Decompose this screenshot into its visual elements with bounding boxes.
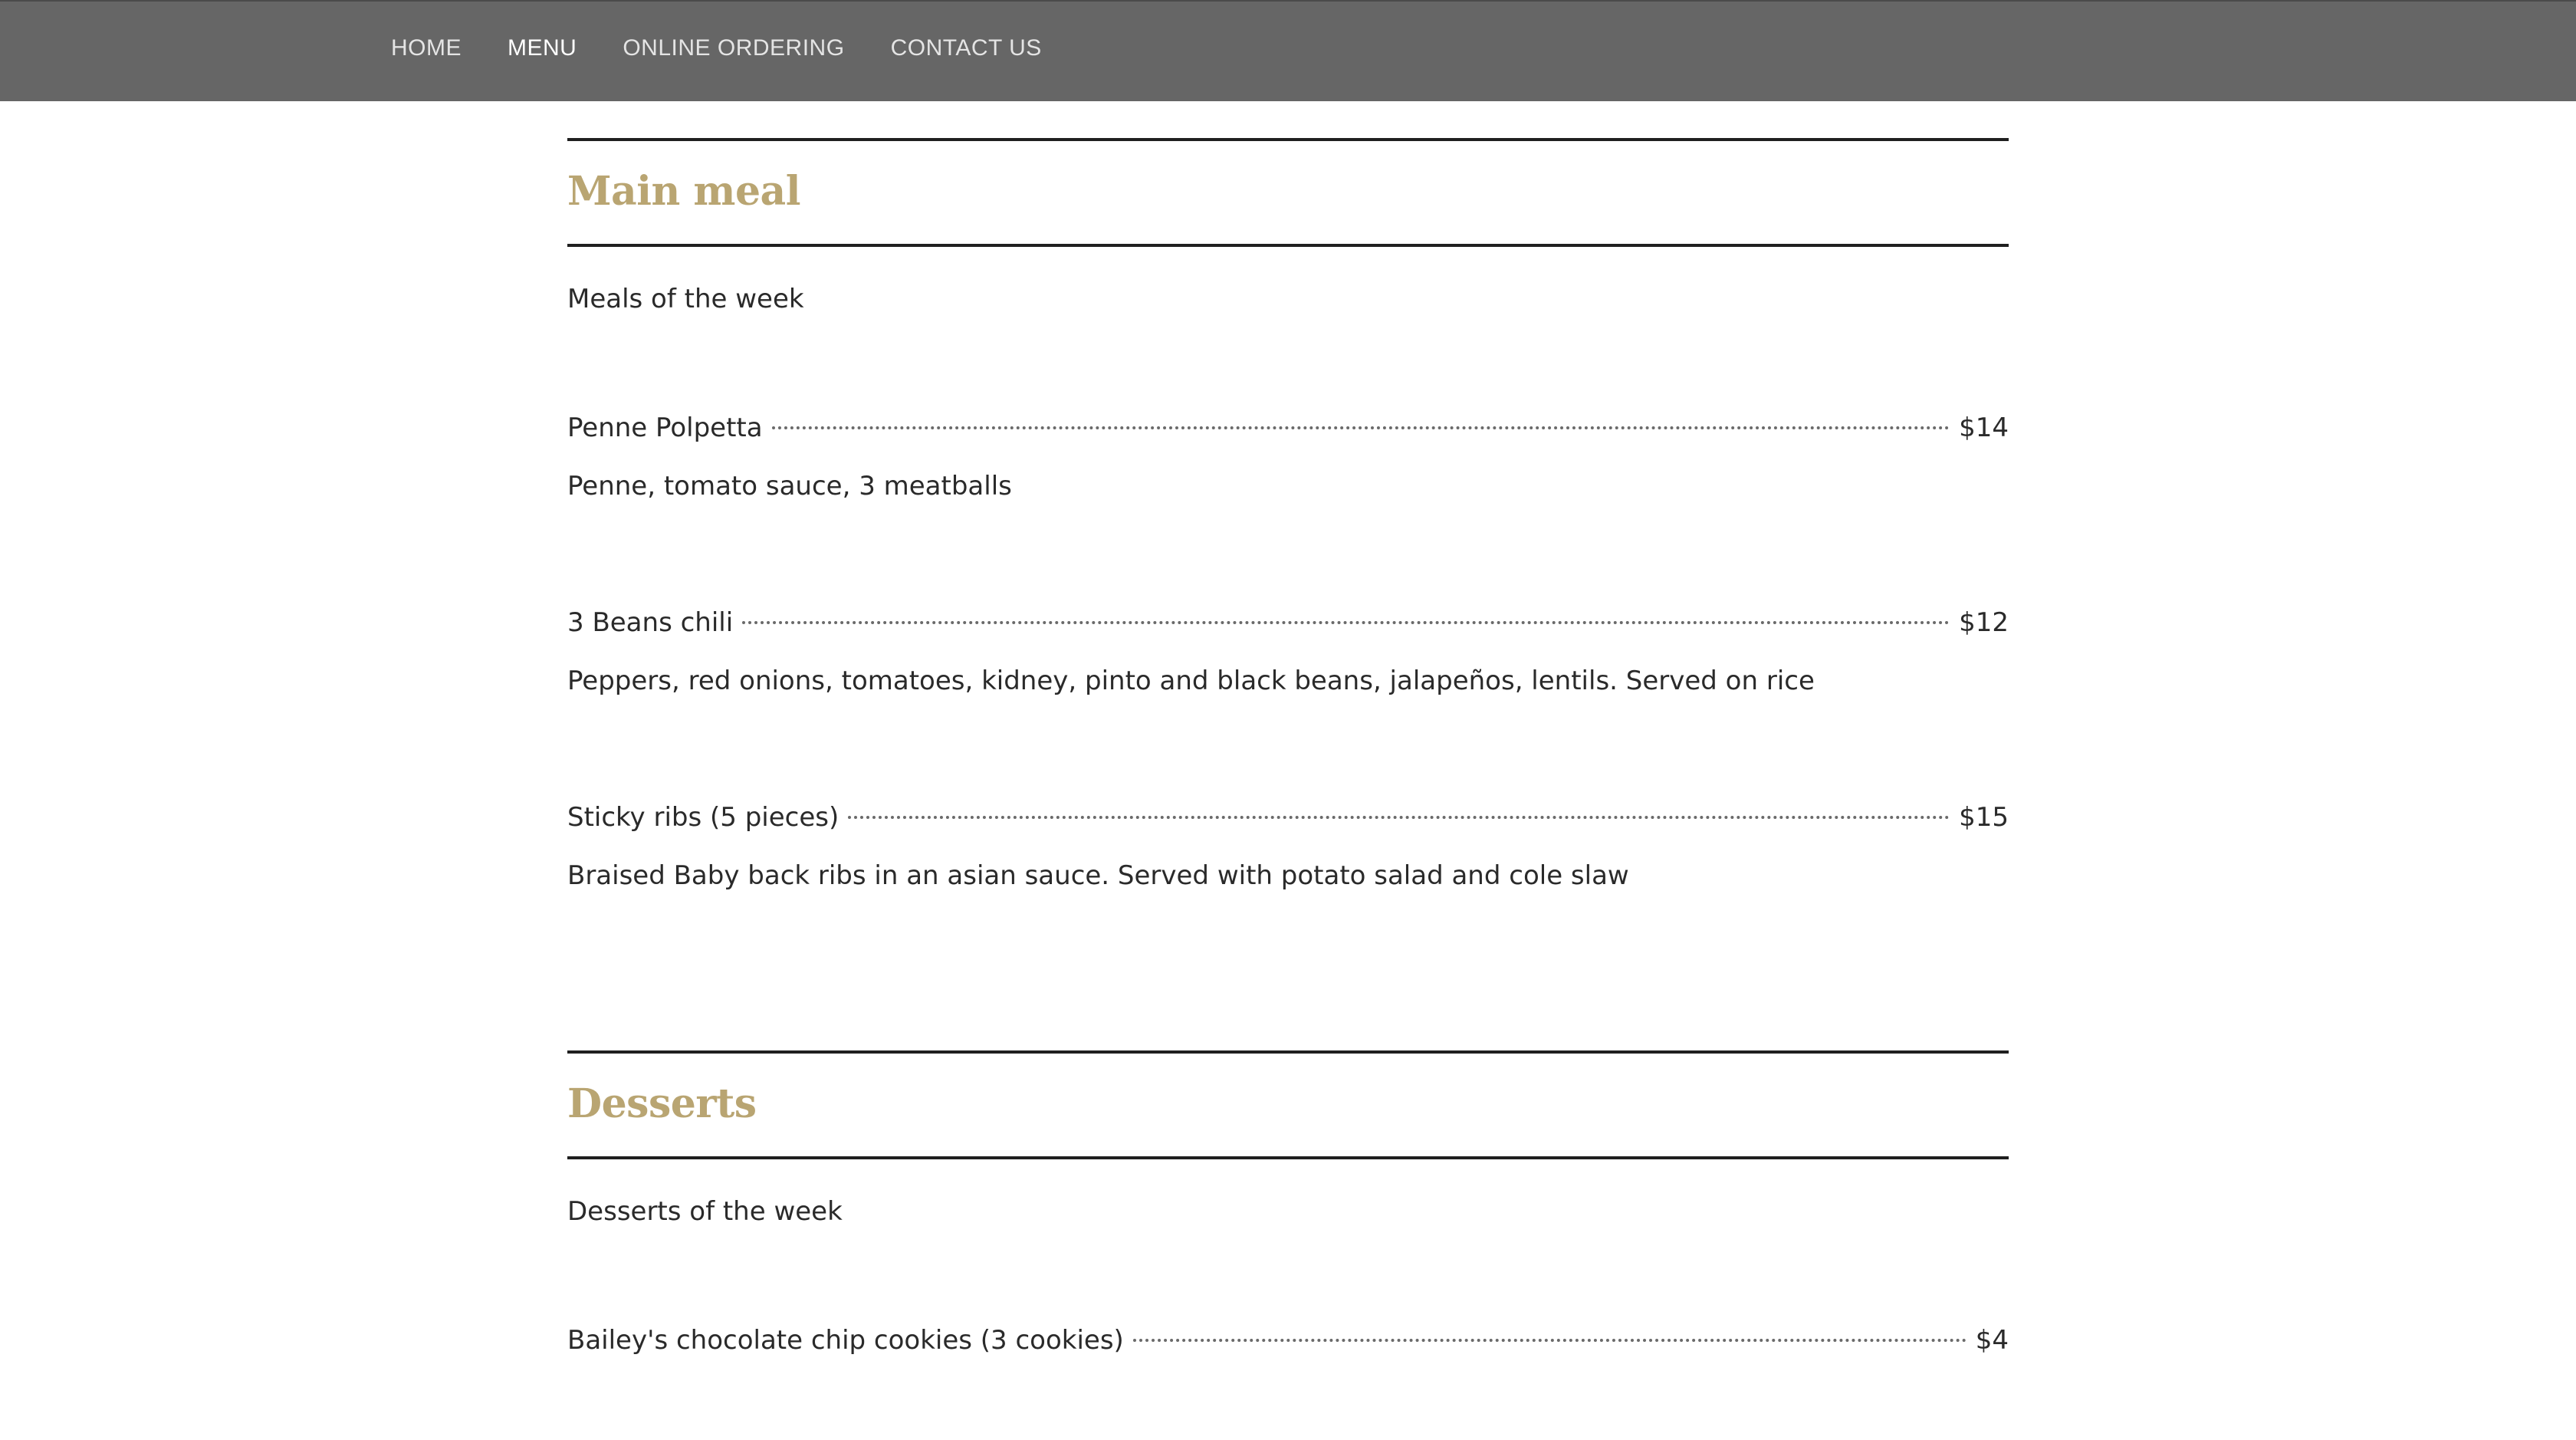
section-desserts: Desserts Desserts of the week Bailey's c… — [567, 1050, 2009, 1357]
menu-item-price: $4 — [1975, 1325, 2009, 1356]
section-bottom-rule — [567, 1156, 2009, 1159]
menu-item-price: $15 — [1959, 802, 2009, 833]
menu-item-price: $12 — [1959, 607, 2009, 638]
menu-item: Sticky ribs (5 pieces) $15 Braised Baby … — [567, 801, 2009, 893]
menu-item-price: $14 — [1959, 413, 2009, 443]
section-title: Desserts — [567, 1080, 757, 1127]
menu-item: Penne Polpetta $14 Penne, tomato sauce, … — [567, 411, 2009, 503]
dot-leader — [771, 426, 1950, 429]
menu-items: Penne Polpetta $14 Penne, tomato sauce, … — [567, 411, 2009, 893]
menu-item: Bailey's chocolate chip cookies (3 cooki… — [567, 1323, 2009, 1357]
nav-contact-us-link[interactable]: CONTACT US — [891, 35, 1042, 61]
nav-online-ordering-link[interactable]: ONLINE ORDERING — [623, 35, 844, 61]
section-description: Desserts of the week — [567, 1196, 843, 1227]
menu-item-description: Penne, tomato sauce, 3 meatballs — [567, 471, 1012, 501]
section-title: Main meal — [567, 167, 800, 215]
section-bottom-rule — [567, 244, 2009, 247]
menu-item-row: 3 Beans chili $12 — [567, 606, 2009, 639]
nav-menu-link[interactable]: MENU — [508, 35, 577, 61]
menu-item: 3 Beans chili $12 Peppers, red onions, t… — [567, 606, 2009, 698]
menu-item-name: 3 Beans chili — [567, 607, 734, 638]
top-navigation-bar: HOME MENU ONLINE ORDERING CONTACT US — [0, 0, 2576, 101]
menu-content: Main meal Meals of the week Penne Polpet… — [567, 138, 2009, 1357]
dot-leader — [1132, 1339, 1967, 1342]
nav-home-link[interactable]: HOME — [391, 35, 462, 61]
menu-item-row: Penne Polpetta $14 — [567, 411, 2009, 445]
section-main-meal: Main meal Meals of the week Penne Polpet… — [567, 138, 2009, 893]
menu-item-description: Braised Baby back ribs in an asian sauce… — [567, 860, 1629, 891]
section-description: Meals of the week — [567, 284, 804, 314]
main-nav: HOME MENU ONLINE ORDERING CONTACT US — [391, 35, 1042, 61]
dot-leader — [848, 816, 1950, 819]
menu-item-description: Peppers, red onions, tomatoes, kidney, p… — [567, 666, 1815, 696]
menu-item-name: Bailey's chocolate chip cookies (3 cooki… — [567, 1325, 1124, 1356]
menu-items: Bailey's chocolate chip cookies (3 cooki… — [567, 1323, 2009, 1357]
menu-item-name: Sticky ribs (5 pieces) — [567, 802, 840, 833]
dot-leader — [742, 621, 1950, 624]
menu-item-row: Sticky ribs (5 pieces) $15 — [567, 801, 2009, 834]
menu-item-row: Bailey's chocolate chip cookies (3 cooki… — [567, 1323, 2009, 1357]
menu-item-name: Penne Polpetta — [567, 413, 763, 443]
